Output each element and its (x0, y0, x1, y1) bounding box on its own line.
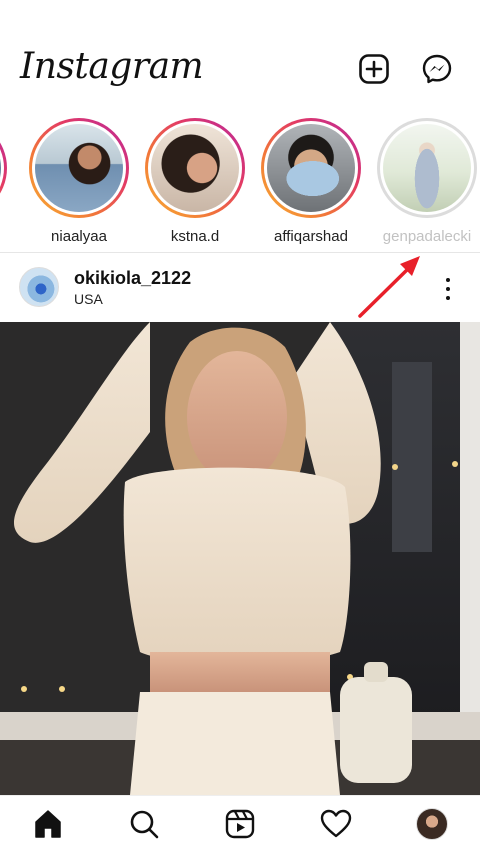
story-item-affiqarshad[interactable]: affiqarshad (256, 118, 366, 245)
profile-avatar (416, 808, 448, 840)
story-ring (377, 118, 477, 218)
stories-tray: niaalyaa kstna.d affiqarshad genpadaleck… (0, 112, 480, 252)
story-username: affiqarshad (274, 228, 348, 245)
home-icon (35, 810, 61, 838)
new-post-button[interactable] (357, 52, 391, 86)
nav-reels-button[interactable] (222, 806, 258, 842)
plus-square-icon (359, 54, 389, 84)
post-location[interactable]: USA (74, 291, 103, 307)
post-more-button[interactable] (436, 274, 460, 304)
story-item-kstna[interactable]: kstna.d (140, 118, 250, 245)
top-bar: Instagram (0, 0, 480, 112)
heart-icon (320, 809, 352, 838)
story-username: kstna.d (170, 228, 220, 245)
story-item-genpadalecki[interactable]: genpadalecki (372, 118, 480, 245)
post-header: okikiola_2122 USA (0, 256, 480, 322)
more-vertical-icon (446, 278, 450, 282)
messenger-button[interactable] (420, 52, 454, 86)
reels-icon (225, 809, 255, 839)
instagram-logo[interactable]: Instagram (20, 46, 204, 87)
story-avatar (35, 124, 123, 212)
story-ring (0, 118, 7, 218)
messenger-icon (422, 54, 452, 84)
story-avatar (267, 124, 355, 212)
post-author-avatar[interactable] (19, 267, 59, 307)
post-photo (0, 322, 480, 795)
story-avatar (383, 124, 471, 212)
post-username[interactable]: okikiola_2122 (74, 268, 191, 289)
story-ring (29, 118, 129, 218)
post-image[interactable] (0, 322, 480, 795)
nav-activity-button[interactable] (318, 806, 354, 842)
story-ring (145, 118, 245, 218)
story-username: genpadalecki (382, 228, 472, 245)
search-icon (130, 810, 159, 839)
nav-search-button[interactable] (126, 806, 162, 842)
story-ring (261, 118, 361, 218)
nav-profile-button[interactable] (414, 806, 450, 842)
bottom-navigation (0, 795, 480, 853)
story-username: niaalyaa (51, 228, 107, 245)
nav-home-button[interactable] (30, 806, 66, 842)
story-item[interactable] (0, 118, 12, 218)
divider (0, 252, 480, 253)
story-avatar (0, 124, 1, 212)
story-item-niaalyaa[interactable]: niaalyaa (24, 118, 134, 245)
story-avatar (151, 124, 239, 212)
